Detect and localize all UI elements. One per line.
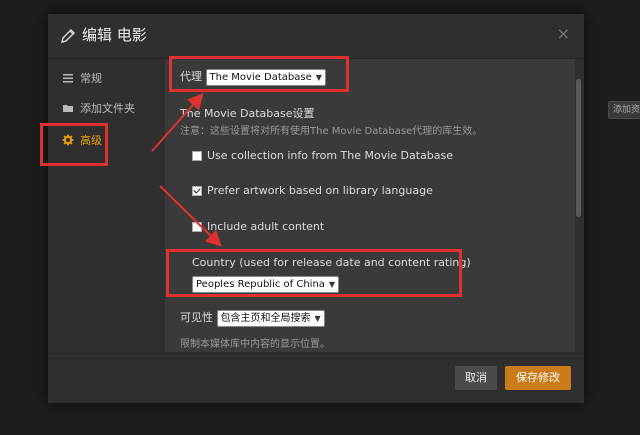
sidebar-item-general[interactable]: 常规	[62, 67, 102, 89]
checkbox-box[interactable]	[192, 151, 202, 161]
checkbox-label: Include adult content	[207, 220, 325, 233]
visibility-note: 限制本媒体库中内容的显示位置。	[180, 339, 330, 350]
checkbox-box[interactable]	[192, 222, 202, 232]
country-select[interactable]: Peoples Republic of China ▼	[192, 276, 340, 293]
checkbox-collection-info[interactable]: Use collection info from The Movie Datab…	[192, 149, 453, 162]
edit-movie-dialog: 编辑 电影 × 常规 添加文件夹 高级 代理 The Movie Databas…	[48, 14, 584, 403]
checkbox-box[interactable]	[192, 186, 202, 196]
agent-select-value: The Movie Database	[209, 71, 312, 83]
country-label: Country (used for release date and conte…	[192, 256, 471, 269]
agent-row: 代理 The Movie Database ▼	[180, 68, 326, 86]
gear-icon	[62, 134, 74, 146]
sidebar: 常规 添加文件夹 高级	[48, 59, 164, 352]
chevron-down-icon: ▼	[314, 313, 321, 323]
visibility-label: 可见性	[180, 311, 213, 324]
sidebar-item-label: 高级	[80, 134, 102, 147]
save-button[interactable]: 保存修改	[505, 366, 571, 390]
checkbox-label: Use collection info from The Movie Datab…	[207, 149, 454, 162]
dialog-header: 编辑 电影 ×	[48, 14, 584, 59]
visibility-select-value: 包含主页和全局搜索	[220, 312, 311, 324]
agent-label: 代理	[180, 70, 202, 83]
chevron-down-icon: ▼	[328, 280, 336, 289]
checkbox-prefer-artwork[interactable]: Prefer artwork based on library language	[192, 184, 433, 197]
close-icon[interactable]: ×	[557, 24, 570, 43]
country-row: Peoples Republic of China ▼	[192, 276, 340, 293]
settings-panel: 代理 The Movie Database ▼ The Movie Databas…	[165, 59, 575, 352]
checkbox-adult-content[interactable]: Include adult content	[192, 220, 324, 233]
background-add-button: 添加资	[608, 101, 640, 119]
dialog-title: 编辑 电影	[82, 26, 147, 44]
dialog-footer: 取消 保存修改	[48, 353, 584, 403]
visibility-row: 可见性 包含主页和全局搜索 ▼	[180, 309, 325, 327]
checkbox-label: Prefer artwork based on library language	[207, 184, 433, 197]
list-icon	[62, 72, 74, 84]
settings-note: 注意：这些设置将对所有使用The Movie Database代理的库生效。	[180, 126, 483, 137]
settings-heading: The Movie Database设置	[180, 107, 315, 120]
sidebar-item-label: 添加文件夹	[80, 102, 135, 115]
visibility-select[interactable]: 包含主页和全局搜索 ▼	[216, 309, 325, 327]
sidebar-item-label: 常规	[80, 72, 102, 85]
cancel-button[interactable]: 取消	[455, 366, 497, 390]
sidebar-item-add-folder[interactable]: 添加文件夹	[62, 97, 135, 119]
country-select-value: Peoples Republic of China	[196, 279, 325, 290]
scrollbar[interactable]	[576, 79, 581, 217]
agent-select[interactable]: The Movie Database ▼	[205, 68, 326, 86]
chevron-down-icon: ▼	[315, 72, 322, 82]
folder-icon	[62, 102, 74, 114]
sidebar-item-advanced[interactable]: 高级	[62, 129, 102, 151]
pencil-icon	[60, 28, 76, 44]
